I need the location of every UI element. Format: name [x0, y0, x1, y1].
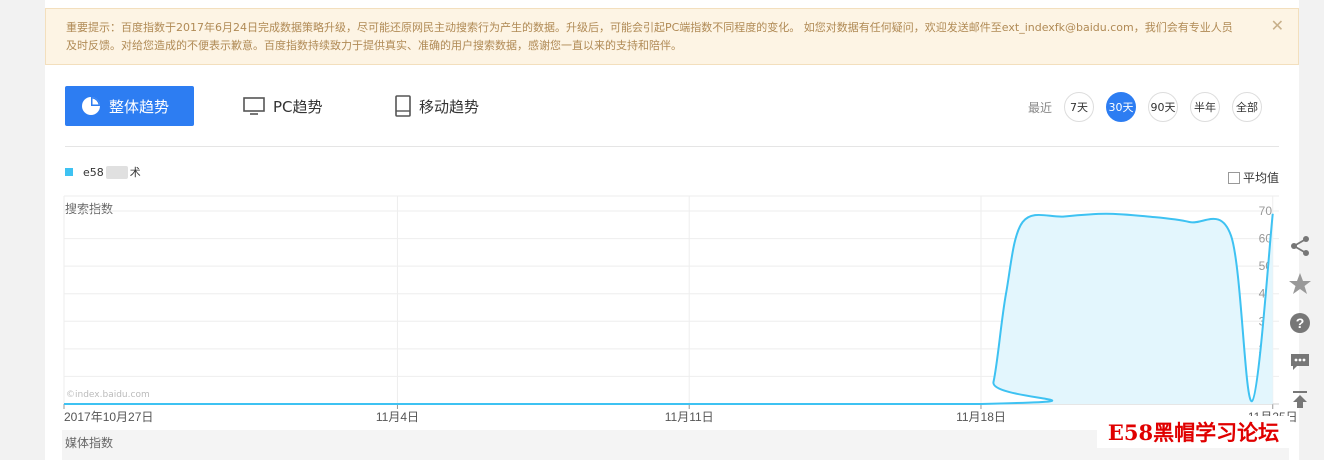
source-watermark: ©index.baidu.com [66, 390, 150, 400]
forum-watermark: E58黑帽学习论坛 [1097, 416, 1290, 448]
series-area [64, 213, 1273, 404]
svg-text:?: ? [1296, 315, 1305, 331]
comment-icon[interactable] [1284, 346, 1316, 378]
x-tick-label: 11月18日 [956, 410, 1006, 424]
share-icon[interactable] [1284, 230, 1316, 262]
search-index-chart: 102030405060702017年10月27日11月4日11月11日11月1… [63, 195, 1298, 424]
x-tick-label: 2017年10月27日 [64, 410, 153, 424]
media-index-label: 媒体指数 [65, 436, 114, 450]
x-tick-label: 11月4日 [376, 410, 419, 424]
help-icon[interactable]: ? [1284, 307, 1316, 339]
x-tick-label: 11月11日 [665, 410, 714, 424]
y-tick-label: 70 [1259, 204, 1273, 218]
back-to-top-icon[interactable] [1284, 384, 1316, 416]
star-icon[interactable] [1284, 268, 1316, 300]
